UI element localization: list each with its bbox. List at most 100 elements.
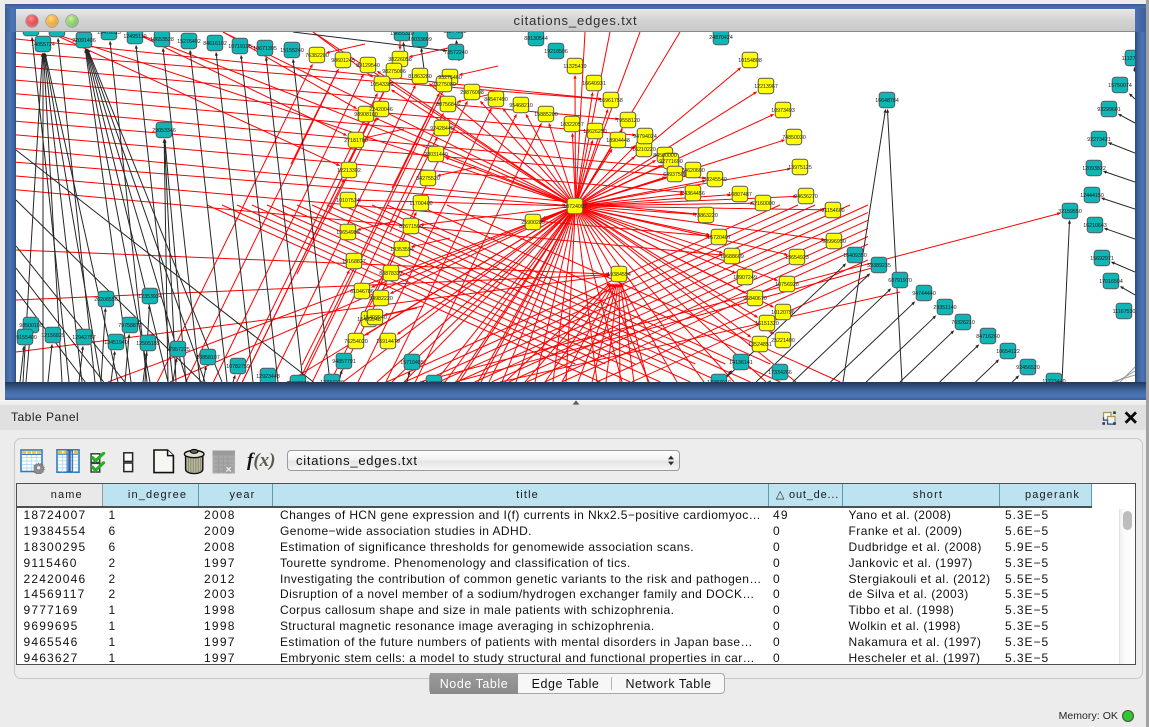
svg-text:10756928: 10756928: [775, 282, 799, 288]
svg-text:15885200: 15885200: [534, 112, 558, 118]
svg-text:15750074: 15750074: [1108, 83, 1132, 89]
svg-text:13975125: 13975125: [788, 165, 812, 171]
svg-text:88130544: 88130544: [524, 36, 548, 42]
svg-text:12213967: 12213967: [754, 84, 778, 90]
svg-text:11127701: 11127701: [1122, 56, 1135, 62]
svg-text:10653528: 10653528: [150, 37, 174, 43]
svg-text:61046786: 61046786: [350, 289, 374, 295]
svg-text:10120796: 10120796: [771, 310, 795, 316]
svg-text:98908100: 98908100: [354, 112, 378, 118]
svg-text:32159550: 32159550: [1058, 209, 1082, 215]
svg-text:11700400: 11700400: [409, 201, 432, 207]
svg-text:68791970: 68791970: [888, 278, 912, 284]
svg-text:17145509: 17145509: [45, 32, 69, 33]
svg-text:38226058: 38226058: [388, 57, 412, 63]
svg-text:88878332: 88878332: [379, 271, 403, 277]
svg-text:99155400: 99155400: [16, 335, 37, 341]
svg-text:93299601: 93299601: [1097, 107, 1121, 113]
svg-text:17016504: 17016504: [1099, 279, 1123, 285]
svg-text:94794024: 94794024: [633, 134, 657, 140]
svg-text:29876008: 29876008: [460, 90, 484, 96]
svg-text:22091406: 22091406: [72, 38, 96, 44]
svg-text:38756845: 38756845: [436, 102, 460, 108]
svg-text:10107534: 10107534: [336, 198, 360, 204]
svg-text:16648784: 16648784: [875, 98, 899, 104]
svg-text:19218506: 19218506: [544, 49, 568, 55]
svg-text:29351140: 29351140: [933, 305, 956, 311]
svg-text:84616102: 84616102: [203, 41, 227, 47]
svg-text:73572240: 73572240: [444, 50, 468, 56]
svg-text:10033809: 10033809: [408, 37, 432, 43]
svg-text:12353934: 12353934: [138, 294, 162, 300]
svg-text:15155240: 15155240: [280, 48, 304, 54]
svg-text:98601245: 98601245: [331, 58, 355, 64]
svg-text:14136141: 14136141: [729, 360, 753, 366]
svg-text:13524851: 13524851: [748, 342, 772, 348]
svg-text:16961758: 16961758: [599, 98, 623, 104]
svg-text:12505185: 12505185: [136, 341, 160, 347]
svg-text:15409940: 15409940: [363, 315, 387, 321]
svg-text:92771690: 92771690: [659, 159, 683, 165]
svg-text:12444150: 12444150: [1080, 193, 1104, 199]
svg-text:12923448: 12923448: [256, 374, 280, 380]
svg-text:79558120: 79558120: [616, 118, 640, 124]
svg-text:25221400: 25221400: [771, 338, 795, 344]
svg-text:84716260: 84716260: [976, 334, 1000, 340]
svg-text:93275460: 93275460: [438, 75, 462, 81]
svg-text:16409350: 16409350: [843, 253, 867, 259]
svg-text:15692971: 15692971: [1090, 256, 1114, 262]
svg-text:10154808: 10154808: [738, 58, 762, 64]
svg-text:94744440: 94744440: [912, 291, 936, 297]
svg-text:19353594: 19353594: [390, 247, 414, 253]
svg-text:12495110: 12495110: [123, 34, 146, 40]
svg-text:10671395: 10671395: [253, 46, 277, 52]
svg-text:38245540: 38245540: [703, 177, 727, 183]
svg-text:17957225: 17957225: [166, 347, 190, 353]
svg-text:10654122: 10654122: [996, 349, 1020, 355]
svg-text:91154600: 91154600: [821, 208, 844, 214]
svg-text:19384554: 19384554: [607, 272, 631, 278]
svg-text:15720407: 15720407: [707, 235, 731, 241]
svg-text:92456520: 92456520: [1016, 365, 1040, 371]
svg-text:82671500: 82671500: [399, 224, 423, 230]
svg-text:24364456: 24364456: [681, 191, 705, 197]
svg-text:94857791: 94857791: [332, 359, 356, 365]
svg-text:92428440: 92428440: [430, 126, 454, 132]
svg-text:96840670: 96840670: [743, 296, 767, 302]
svg-text:17334266: 17334266: [768, 370, 792, 376]
svg-text:81863280: 81863280: [408, 74, 432, 80]
svg-text:11167530: 11167530: [1113, 309, 1135, 315]
svg-text:76326210: 76326210: [951, 320, 975, 326]
svg-text:10782759: 10782759: [226, 364, 250, 370]
svg-text:93275080: 93275080: [432, 82, 456, 88]
svg-text:25900285: 25900285: [521, 220, 545, 226]
svg-text:76382200: 76382200: [305, 53, 329, 59]
svg-text:18724007: 18724007: [563, 204, 587, 210]
svg-text:10719195: 10719195: [228, 44, 252, 50]
svg-text:18907249: 18907249: [733, 275, 757, 281]
svg-text:14055724: 14055724: [31, 42, 55, 48]
svg-text:15710485: 15710485: [400, 360, 424, 366]
svg-text:76254020: 76254020: [344, 339, 368, 345]
svg-text:74620600: 74620600: [681, 168, 705, 174]
svg-text:24870424: 24870424: [709, 35, 733, 41]
svg-text:74850030: 74850030: [782, 135, 806, 141]
svg-text:11274502: 11274502: [443, 32, 466, 35]
svg-text:95468210: 95468210: [509, 103, 533, 109]
svg-text:62160000: 62160000: [751, 201, 775, 207]
svg-text:19168827: 19168827: [342, 259, 366, 265]
svg-text:94636270: 94636270: [794, 194, 818, 200]
svg-text:15276402: 15276402: [177, 39, 201, 45]
svg-text:28031440: 28031440: [424, 152, 448, 158]
svg-text:59389235: 59389235: [867, 263, 891, 269]
svg-text:29053346: 29053346: [152, 128, 176, 134]
svg-text:20206556: 20206556: [94, 297, 118, 303]
svg-text:89129540: 89129540: [356, 63, 380, 69]
svg-text:84547490: 84547490: [484, 97, 508, 103]
svg-text:73863220: 73863220: [694, 213, 718, 219]
svg-text:12156829: 12156829: [41, 333, 65, 339]
svg-text:10807487: 10807487: [728, 192, 752, 198]
svg-text:16914479: 16914479: [376, 339, 400, 345]
svg-text:10543382: 10543382: [370, 82, 394, 88]
svg-text:11325419: 11325419: [563, 64, 586, 70]
